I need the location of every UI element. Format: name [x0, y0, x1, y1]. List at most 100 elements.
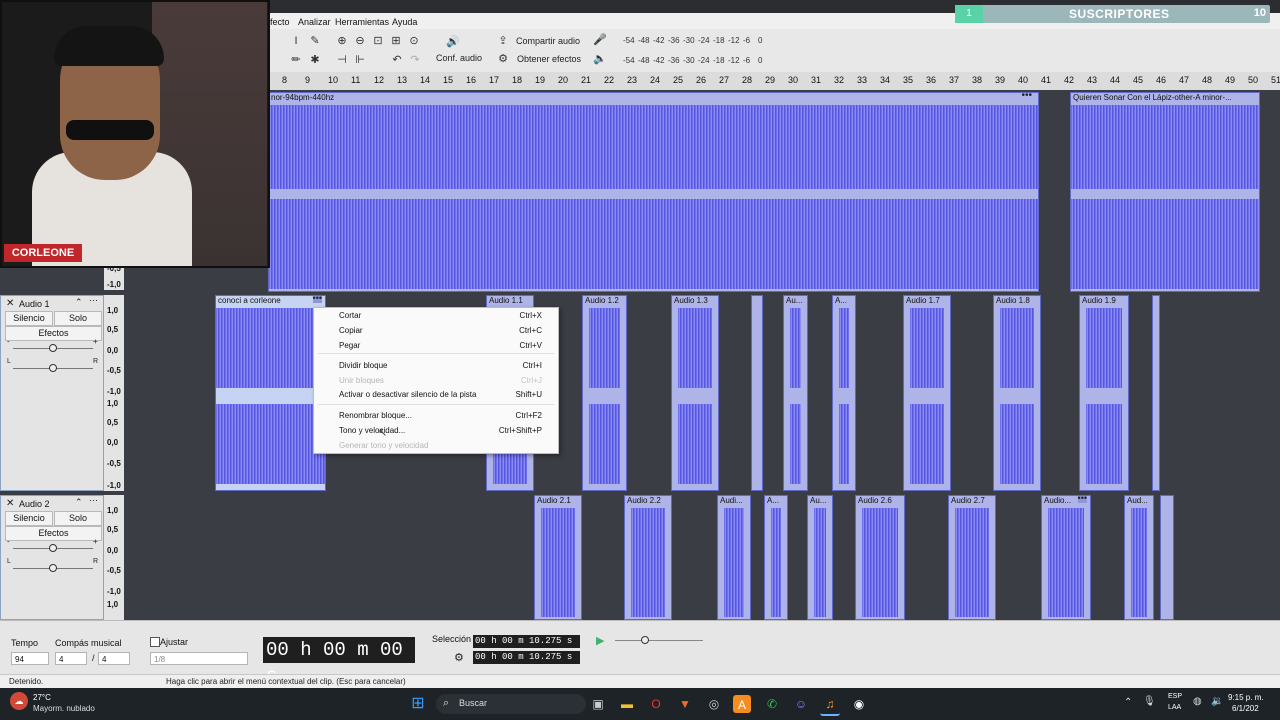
- audio-clip[interactable]: Audio 1.8: [993, 295, 1041, 491]
- clock-date[interactable]: 6/1/202: [1232, 704, 1259, 713]
- audio-clip[interactable]: conoci a corleone •••: [215, 295, 326, 491]
- timeline-ruler[interactable]: 8 9 10 11 12 13 14 15 16 17 18 19 20 21 22 23 24 25 26 27 28…: [270, 72, 1280, 91]
- windows-start-icon[interactable]: ⊞: [408, 694, 428, 714]
- selection-end[interactable]: 00 h 00 m 10.275 s: [473, 651, 580, 664]
- context-menu-item[interactable]: Pegar: [339, 341, 360, 350]
- multi-tool-icon[interactable]: ✱: [308, 53, 322, 67]
- snap-checkbox[interactable]: [150, 637, 160, 647]
- record-meter[interactable]: -54 -48 -42 -36 -30 -24 -18 -12 -6 0: [623, 35, 773, 47]
- time-display[interactable]: 00 h 00 m 00 s: [263, 637, 415, 687]
- top-clip-2[interactable]: Quieren Sonar Con el Lápiz-other-A minor…: [1070, 92, 1260, 292]
- selection-start[interactable]: 00 h 00 m 10.275 s: [473, 635, 580, 648]
- get-effects-button[interactable]: Obtener efectos: [517, 54, 581, 64]
- solo-button[interactable]: Solo: [54, 311, 102, 326]
- context-menu-item[interactable]: Activar o desactivar silencio de la pist…: [339, 390, 476, 399]
- selection-settings-icon[interactable]: ⚙: [454, 651, 464, 664]
- speaker-icon[interactable]: 🔊: [446, 35, 460, 49]
- mute-button[interactable]: Silencio: [5, 311, 53, 326]
- vlc-icon[interactable]: A: [733, 695, 751, 713]
- brave-icon[interactable]: ▼: [675, 694, 695, 714]
- effects-button[interactable]: Efectos: [5, 326, 102, 341]
- solo-button[interactable]: Solo: [54, 511, 102, 526]
- gain-slider[interactable]: [13, 344, 93, 352]
- audio-clip[interactable]: Audio 2.1: [534, 495, 582, 620]
- share-audio-button[interactable]: Compartir audio: [516, 36, 580, 46]
- audacity-icon[interactable]: ♫: [820, 694, 840, 716]
- audio-clip[interactable]: Audio 1.9: [1079, 295, 1129, 491]
- clip-menu-icon[interactable]: •••: [1077, 496, 1087, 503]
- audio-clip[interactable]: Audio 2.2: [624, 495, 672, 620]
- audio-clip[interactable]: Audio 1.3: [671, 295, 719, 491]
- lang-layout[interactable]: LAA: [1168, 704, 1181, 711]
- context-menu-item[interactable]: Copiar: [339, 326, 363, 335]
- draw-tool-icon[interactable]: ✏: [289, 53, 303, 67]
- audio-clip[interactable]: Audio 1.7: [903, 295, 951, 491]
- clock-time[interactable]: 9:15 p. m.: [1228, 693, 1264, 702]
- fit-project-icon[interactable]: ⊞: [389, 34, 403, 48]
- menu-help[interactable]: Ayuda: [392, 17, 417, 27]
- obs-icon[interactable]: ◉: [849, 694, 869, 714]
- track-menu-icon[interactable]: ⋯: [89, 295, 98, 306]
- context-menu-item[interactable]: Renombrar bloque...: [339, 411, 412, 420]
- select-tool-icon[interactable]: I: [289, 34, 303, 48]
- close-track-icon[interactable]: ✕: [6, 498, 14, 509]
- zoom-toggle-icon[interactable]: ⊙: [407, 34, 421, 48]
- audio-clip[interactable]: [751, 295, 763, 491]
- pan-slider[interactable]: [13, 364, 93, 372]
- audio-clip[interactable]: A...: [832, 295, 856, 491]
- weather-icon[interactable]: ☁: [10, 692, 28, 710]
- volume-icon[interactable]: 🔉: [1211, 696, 1223, 707]
- gain-slider[interactable]: [13, 544, 93, 552]
- effects-button[interactable]: Efectos: [5, 526, 102, 541]
- whatsapp-icon[interactable]: ✆: [762, 694, 782, 714]
- chrome-icon[interactable]: ◎: [704, 694, 724, 714]
- fit-selection-icon[interactable]: ⊡: [371, 34, 385, 48]
- context-menu-item[interactable]: Dividir bloque: [339, 361, 387, 370]
- share-icon[interactable]: ⇪: [496, 34, 510, 48]
- menu-tools[interactable]: Herramientas: [335, 17, 389, 27]
- playback-meter[interactable]: -54 -48 -42 -36 -30 -24 -18 -12 -6 0: [623, 55, 773, 67]
- audio-clip[interactable]: A...: [764, 495, 788, 620]
- playback-speed-slider[interactable]: [615, 636, 703, 644]
- tray-arrow-icon[interactable]: ⌃: [1124, 697, 1132, 708]
- play-at-speed-icon[interactable]: ▶: [596, 634, 604, 647]
- collapse-icon[interactable]: ⌃: [75, 497, 83, 508]
- track-1-lane[interactable]: conoci a corleone ••• Audio 1.1 Audio 1.2 Au…: [124, 295, 1280, 491]
- weather-desc[interactable]: Mayorm. nublado: [33, 704, 95, 713]
- collapse-icon[interactable]: ⌃: [75, 297, 83, 308]
- playback-meter-icon[interactable]: 🔈: [593, 52, 607, 66]
- track-2-lane[interactable]: Audio 2.1 Audio 2.2 Audi... A... Au... Audio …: [124, 495, 1280, 620]
- audio-clip[interactable]: Audio... •••: [1041, 495, 1091, 620]
- snap-select[interactable]: 1/8: [150, 652, 248, 665]
- audio-clip[interactable]: Au...: [807, 495, 833, 620]
- meter-denominator-input[interactable]: 4: [98, 652, 130, 665]
- opera-icon[interactable]: O: [646, 694, 666, 714]
- audio-clip[interactable]: [1160, 495, 1174, 620]
- discord-icon[interactable]: ☺: [791, 694, 811, 714]
- undo-icon[interactable]: ↶: [390, 53, 404, 67]
- top-clip-1[interactable]: nor-94bpm-440hz •••: [268, 92, 1039, 292]
- task-view-icon[interactable]: ▣: [588, 694, 608, 714]
- zoom-in-icon[interactable]: ⊕: [335, 34, 349, 48]
- audio-clip[interactable]: Aud...: [1124, 495, 1154, 620]
- audio-clip[interactable]: Audio 2.6: [855, 495, 905, 620]
- top-track-lane[interactable]: nor-94bpm-440hz ••• Quieren Sonar Con el…: [124, 92, 1280, 292]
- close-track-icon[interactable]: ✕: [6, 298, 14, 309]
- clip-menu-icon[interactable]: •••: [312, 296, 322, 303]
- tempo-input[interactable]: 94: [11, 652, 49, 665]
- zoom-out-icon[interactable]: ⊖: [353, 34, 367, 48]
- effects-icon[interactable]: ⚙: [496, 52, 510, 66]
- search-icon[interactable]: ⌕: [443, 697, 449, 710]
- file-explorer-icon[interactable]: ▬: [617, 694, 637, 714]
- network-icon[interactable]: ◍: [1193, 696, 1202, 707]
- meter-numerator-input[interactable]: 4: [55, 652, 87, 665]
- track-name[interactable]: Audio 1: [19, 299, 50, 309]
- weather-temp[interactable]: 27°C: [33, 693, 51, 702]
- audio-clip[interactable]: [1152, 295, 1160, 491]
- lang-indicator[interactable]: ESP: [1168, 693, 1182, 700]
- clip-menu-icon[interactable]: •••: [1021, 93, 1032, 101]
- track-name[interactable]: Audio 2: [19, 499, 50, 509]
- silence-icon[interactable]: ⊩: [353, 53, 367, 67]
- menu-analyze[interactable]: Analizar: [298, 17, 331, 27]
- audio-clip[interactable]: Audi...: [717, 495, 751, 620]
